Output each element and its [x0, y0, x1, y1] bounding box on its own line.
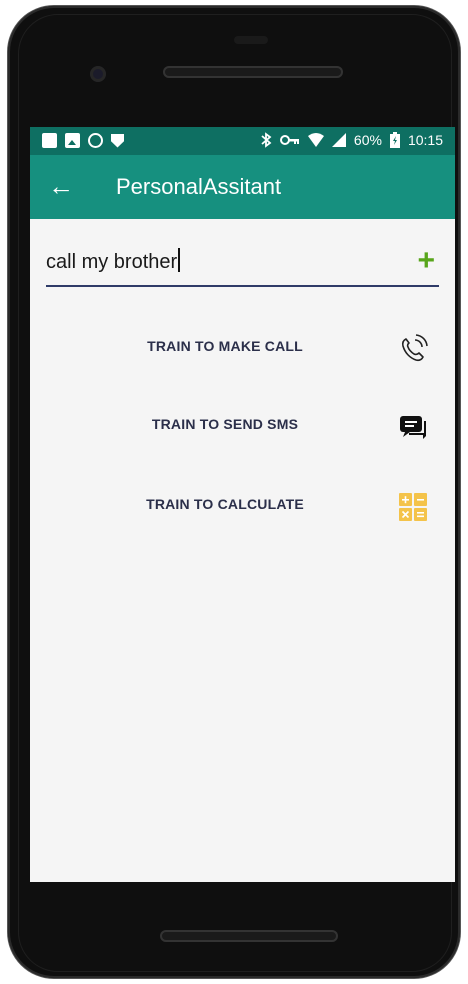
- wifi-icon: [307, 133, 324, 147]
- train-calculate-row[interactable]: TRAIN TO CALCULATE: [30, 481, 455, 531]
- command-input-text: call my brother: [46, 251, 178, 273]
- command-input[interactable]: call my brother: [46, 248, 181, 274]
- front-camera: [90, 66, 106, 82]
- calculator-icon[interactable]: [397, 491, 429, 523]
- notification-icons: [42, 133, 124, 148]
- train-calculate-button[interactable]: TRAIN TO CALCULATE: [100, 496, 350, 512]
- app-title: PersonalAssitant: [116, 174, 282, 199]
- bottom-speaker: [160, 930, 338, 942]
- add-plus-icon[interactable]: +: [417, 243, 435, 279]
- command-field[interactable]: call my brother +: [46, 243, 439, 287]
- app-bar: ← PersonalAssitant: [30, 155, 455, 219]
- earpiece-speaker: [163, 66, 343, 78]
- system-icons: 60% 10:15: [260, 132, 443, 148]
- shield-notification-icon: [111, 133, 124, 148]
- text-cursor: [178, 248, 181, 272]
- battery-percent: 60%: [353, 132, 382, 148]
- bluetooth-icon: [261, 132, 272, 148]
- app-screen: 60% 10:15 ← PersonalAssitant call my bro…: [30, 127, 455, 882]
- clock: 10:15: [407, 132, 443, 148]
- vpn-key-icon: [279, 135, 299, 145]
- phone-call-icon[interactable]: [397, 333, 429, 365]
- cell-signal-icon: [331, 133, 346, 147]
- notification-square-icon: [42, 133, 57, 148]
- chat-bubble-icon[interactable]: [397, 411, 429, 443]
- top-sensor: [234, 36, 268, 44]
- train-sms-button[interactable]: TRAIN TO SEND SMS: [100, 416, 350, 432]
- back-arrow-icon[interactable]: ←: [48, 171, 74, 201]
- circle-notification-icon: [88, 133, 103, 148]
- image-notification-icon: [65, 133, 80, 148]
- train-sms-row[interactable]: TRAIN TO SEND SMS: [30, 401, 455, 451]
- status-bar: 60% 10:15: [30, 127, 455, 155]
- train-call-button[interactable]: TRAIN TO MAKE CALL: [100, 338, 350, 354]
- train-call-row[interactable]: TRAIN TO MAKE CALL: [30, 323, 455, 373]
- battery-charging-icon: [389, 132, 400, 148]
